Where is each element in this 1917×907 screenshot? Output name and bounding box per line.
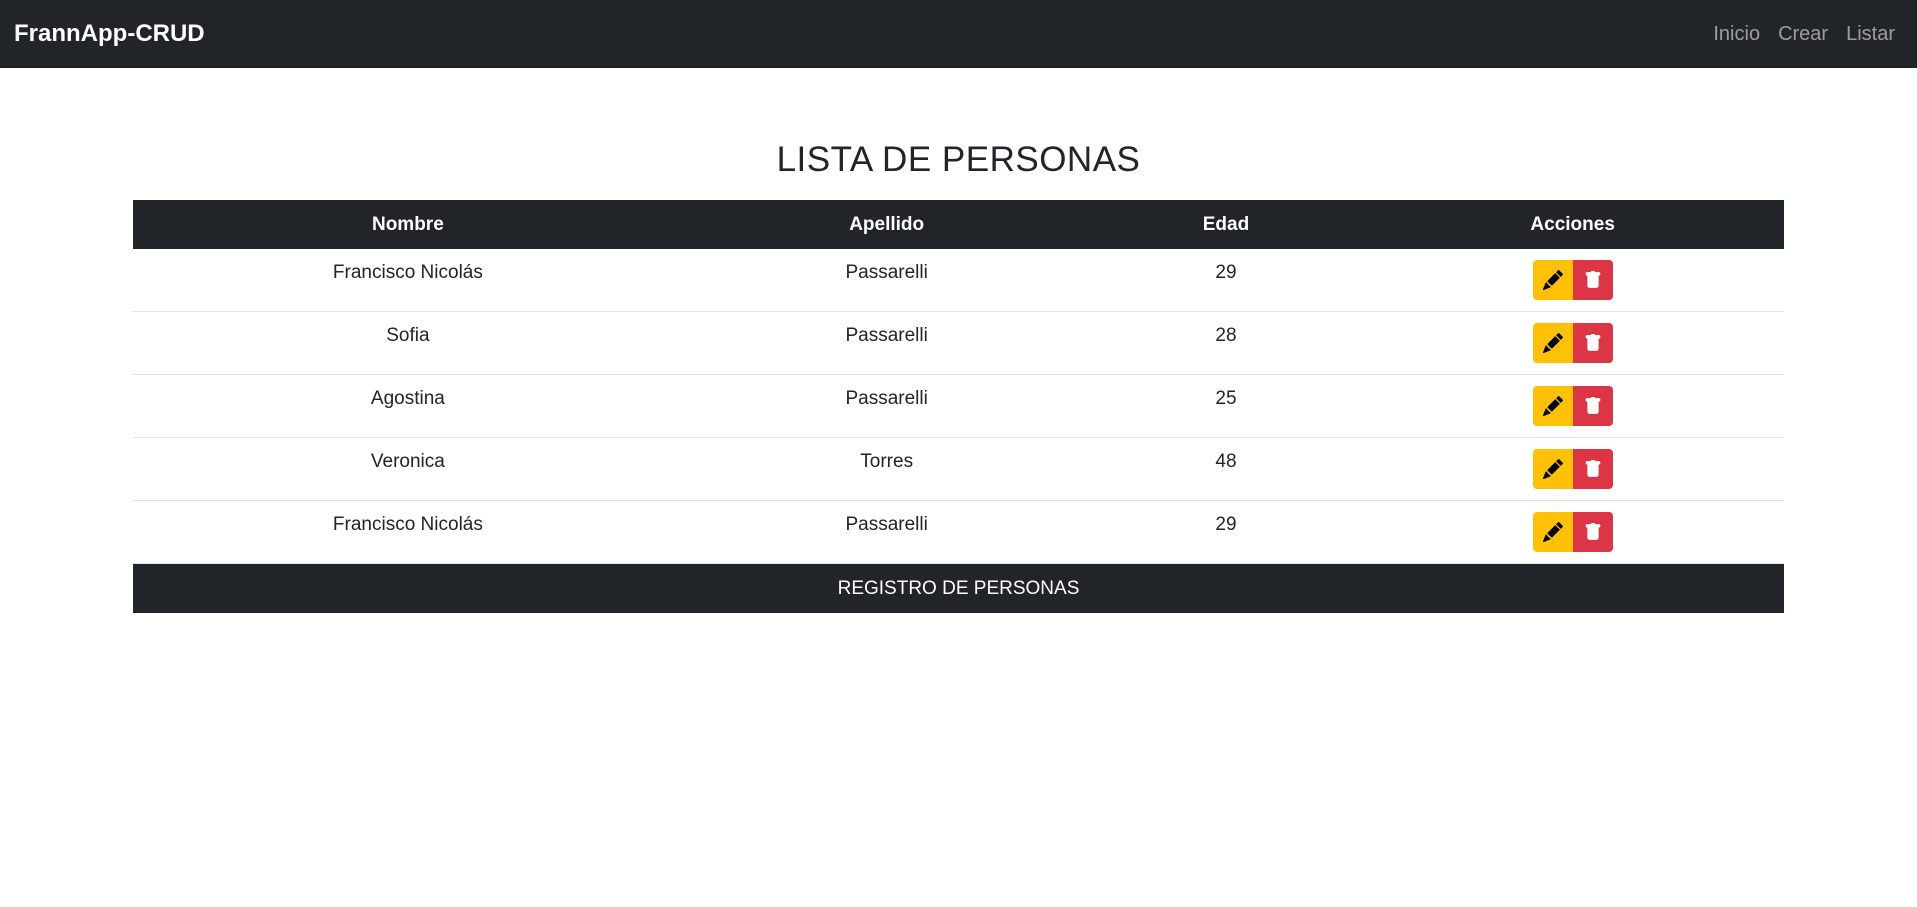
edit-button[interactable]: [1532, 386, 1573, 426]
page-title: LISTA DE PERSONAS: [776, 140, 1141, 179]
brand-link[interactable]: FrannApp-CRUD: [14, 20, 205, 48]
delete-button[interactable]: [1572, 260, 1613, 300]
cell-apellido: Passarelli: [682, 311, 1091, 375]
header-edad: Edad: [1202, 213, 1250, 235]
table-row: Agostina Passarelli 25: [133, 374, 1784, 438]
delete-button[interactable]: [1572, 323, 1613, 363]
edit-button[interactable]: [1532, 449, 1573, 489]
delete-button[interactable]: [1572, 512, 1613, 552]
nav-link-listar[interactable]: Listar: [1846, 23, 1895, 46]
cell-apellido: Passarelli: [682, 249, 1091, 312]
action-buttons: [1532, 323, 1613, 363]
edit-button[interactable]: [1532, 323, 1573, 363]
cell-apellido: Passarelli: [682, 374, 1091, 438]
table-row: Francisco Nicolás Passarelli 29: [133, 249, 1784, 312]
table-row: Sofia Passarelli 28: [133, 311, 1784, 375]
action-buttons: [1532, 449, 1613, 489]
cell-acciones: [1361, 437, 1784, 501]
cell-acciones: [1361, 374, 1784, 438]
cell-edad: 28: [1090, 311, 1362, 375]
table-header-row: Nombre Apellido Edad Acciones: [133, 200, 1784, 249]
table-row: Veronica Torres 48: [133, 437, 1784, 501]
trash-icon: [1585, 271, 1600, 288]
cell-nombre: Francisco Nicolás: [133, 500, 683, 564]
cell-apellido: Passarelli: [682, 500, 1091, 564]
pencil-icon: [1542, 333, 1563, 353]
nav-link-crear[interactable]: Crear: [1778, 23, 1828, 46]
cell-nombre: Veronica: [133, 437, 683, 501]
delete-button[interactable]: [1572, 449, 1613, 489]
nav-link-inicio[interactable]: Inicio: [1713, 23, 1760, 46]
trash-icon: [1585, 334, 1600, 351]
pencil-icon: [1542, 270, 1563, 290]
cell-acciones: [1361, 311, 1784, 375]
table-footer-row: REGISTRO DE PERSONAS: [133, 563, 1784, 613]
action-buttons: [1532, 260, 1613, 300]
personas-table: Nombre Apellido Edad Acciones Francisco …: [133, 200, 1784, 613]
cell-nombre: Sofia: [133, 311, 683, 375]
edit-button[interactable]: [1532, 512, 1573, 552]
header-apellido: Apellido: [849, 213, 925, 235]
cell-apellido: Torres: [682, 437, 1091, 501]
action-buttons: [1532, 386, 1613, 426]
cell-nombre: Agostina: [133, 374, 683, 438]
table-row: Francisco Nicolás Passarelli 29: [133, 500, 1784, 564]
cell-edad: 25: [1090, 374, 1362, 438]
trash-icon: [1585, 523, 1600, 540]
cell-nombre: Francisco Nicolás: [133, 249, 683, 312]
cell-edad: 48: [1090, 437, 1362, 501]
trash-icon: [1585, 460, 1600, 477]
table-footer: REGISTRO DE PERSONAS: [133, 563, 1784, 613]
cell-edad: 29: [1090, 249, 1362, 312]
cell-acciones: [1361, 500, 1784, 564]
trash-icon: [1585, 397, 1600, 414]
pencil-icon: [1542, 522, 1563, 542]
cell-edad: 29: [1090, 500, 1362, 564]
header-nombre: Nombre: [371, 213, 444, 235]
action-buttons: [1532, 512, 1613, 552]
pencil-icon: [1542, 396, 1563, 416]
main-content: LISTA DE PERSONAS Nombre Apellido Edad A…: [133, 68, 1784, 613]
pencil-icon: [1542, 459, 1563, 479]
nav-links: Inicio Crear Listar: [1713, 23, 1903, 46]
cell-acciones: [1361, 249, 1784, 312]
navbar: FrannApp-CRUD Inicio Crear Listar: [0, 0, 1917, 68]
edit-button[interactable]: [1532, 260, 1573, 300]
delete-button[interactable]: [1572, 386, 1613, 426]
header-acciones: Acciones: [1530, 213, 1615, 235]
